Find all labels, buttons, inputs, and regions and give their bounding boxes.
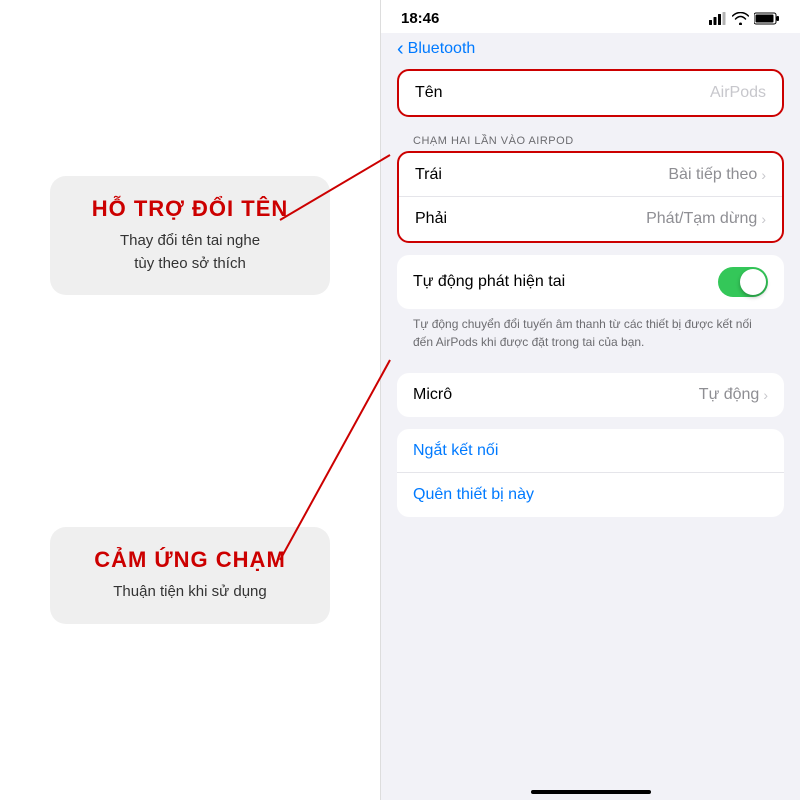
touch-section-wrapper: CHẠM HAI LẦN VÀO AIRPOD Trái Bài tiếp th… <box>397 129 784 243</box>
annotation-desc-1: Thay đổi tên tai nghetùy theo sở thích <box>74 230 306 275</box>
micro-row[interactable]: Micrô Tự động › <box>397 373 784 417</box>
trai-row[interactable]: Trái Bài tiếp theo › <box>399 153 782 197</box>
signal-icon <box>709 12 727 25</box>
left-panel: HỖ TRỢ ĐỔI TÊN Thay đổi tên tai nghetùy … <box>0 0 380 800</box>
settings-content: Tên AirPods CHẠM HAI LẦN VÀO AIRPOD Trái… <box>381 69 800 770</box>
micro-section: Micrô Tự động › <box>397 373 784 417</box>
annotation-box-2: CẢM ỨNG CHẠM Thuận tiện khi sử dụng <box>50 527 330 624</box>
micro-chevron-icon: › <box>763 387 768 403</box>
battery-icon <box>754 12 780 25</box>
ten-row[interactable]: Tên AirPods <box>399 71 782 115</box>
micro-label: Micrô <box>413 386 452 404</box>
auto-detect-toggle[interactable] <box>718 267 768 297</box>
home-indicator <box>381 770 800 800</box>
disconnect-label: Ngắt kết nối <box>413 442 498 460</box>
nav-bar: ‹ Bluetooth <box>381 33 800 69</box>
back-label: Bluetooth <box>408 40 476 58</box>
forget-label: Quên thiết bị này <box>413 486 534 504</box>
back-chevron-icon: ‹ <box>397 39 404 59</box>
touch-section-label: CHẠM HAI LẦN VÀO AIRPOD <box>397 129 784 151</box>
auto-detect-desc: Tự động chuyển đổi tuyến âm thanh từ các… <box>397 309 784 361</box>
trai-chevron-icon: › <box>761 167 766 183</box>
auto-detect-section: Tự động phát hiện tai Tự động chuyển đổi… <box>397 255 784 361</box>
touch-section: Trái Bài tiếp theo › Phải Phát/Tạm dừng … <box>397 151 784 243</box>
home-bar <box>531 790 651 794</box>
annotation-title-2: CẢM ỨNG CHẠM <box>74 547 306 573</box>
phai-value: Phát/Tạm dừng › <box>646 210 766 228</box>
ten-value: AirPods <box>710 84 766 102</box>
micro-value: Tự động › <box>699 386 768 404</box>
toggle-thumb <box>740 269 766 295</box>
trai-label: Trái <box>415 166 442 184</box>
annotation-title-1: HỖ TRỢ ĐỔI TÊN <box>74 196 306 222</box>
status-icons <box>709 12 780 25</box>
auto-detect-row[interactable]: Tự động phát hiện tai <box>397 255 784 309</box>
auto-detect-card: Tự động phát hiện tai <box>397 255 784 309</box>
trai-value: Bài tiếp theo › <box>668 166 766 184</box>
action-section: Ngắt kết nối Quên thiết bị này <box>397 429 784 517</box>
action-card: Ngắt kết nối Quên thiết bị này <box>397 429 784 517</box>
annotation-desc-2: Thuận tiện khi sử dụng <box>74 581 306 604</box>
phai-label: Phải <box>415 210 447 228</box>
phai-row[interactable]: Phải Phát/Tạm dừng › <box>399 197 782 241</box>
ten-section: Tên AirPods <box>397 69 784 117</box>
auto-detect-label: Tự động phát hiện tai <box>413 273 565 291</box>
back-button[interactable]: ‹ Bluetooth <box>397 39 475 59</box>
wifi-icon <box>732 12 749 25</box>
status-time: 18:46 <box>401 10 439 27</box>
ten-label: Tên <box>415 84 443 102</box>
forget-row[interactable]: Quên thiết bị này <box>397 473 784 517</box>
disconnect-row[interactable]: Ngắt kết nối <box>397 429 784 473</box>
phai-chevron-icon: › <box>761 211 766 227</box>
annotation-box-1: HỖ TRỢ ĐỔI TÊN Thay đổi tên tai nghetùy … <box>50 176 330 295</box>
status-bar: 18:46 <box>381 0 800 33</box>
iphone-screen: 18:46 ‹ Bluetooth <box>380 0 800 800</box>
micro-card: Micrô Tự động › <box>397 373 784 417</box>
